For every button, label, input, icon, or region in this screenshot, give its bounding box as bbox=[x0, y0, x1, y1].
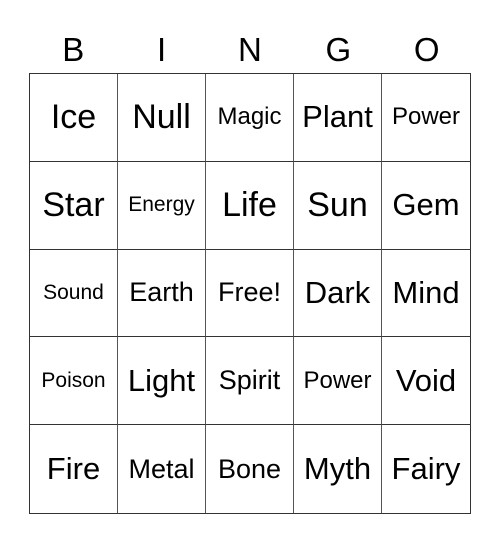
header-letter-b: B bbox=[62, 31, 85, 68]
bingo-cell: Ice bbox=[30, 74, 118, 162]
bingo-cell: Energy bbox=[118, 161, 206, 250]
bingo-cell: Earth bbox=[118, 249, 206, 338]
bingo-cell: Dark bbox=[294, 249, 382, 338]
bingo-cell: Fairy bbox=[391, 451, 461, 487]
bingo-cell: Sun bbox=[294, 161, 382, 250]
bingo-header: B I N G O bbox=[29, 28, 471, 72]
bingo-cell: Power bbox=[294, 337, 382, 426]
bingo-cell: Free! bbox=[206, 249, 294, 338]
bingo-cell: Fire bbox=[30, 425, 118, 513]
header-letter-n: N bbox=[238, 31, 262, 68]
bingo-cell: Poison bbox=[30, 337, 118, 426]
bingo-cell: Star bbox=[30, 161, 118, 250]
header-letter-i: I bbox=[157, 31, 167, 68]
bingo-cell: Magic bbox=[206, 74, 294, 162]
header-letter-g: G bbox=[325, 31, 352, 68]
header-letter-o: O bbox=[413, 31, 440, 68]
bingo-cell: Bone bbox=[206, 425, 294, 513]
bingo-cell: Void bbox=[382, 337, 470, 426]
bingo-cell: Gem bbox=[382, 162, 470, 250]
bingo-cell: Light bbox=[118, 337, 206, 426]
bingo-grid: Ice Null Magic Plant Power Star Energy Life Sun G… bbox=[29, 73, 471, 514]
bingo-cell: Mind bbox=[382, 250, 470, 338]
bingo-cell: Plant bbox=[294, 74, 382, 162]
bingo-cell: Sound bbox=[30, 249, 118, 338]
bingo-cell: Null bbox=[118, 74, 206, 162]
bingo-cell: Life bbox=[206, 161, 294, 250]
bingo-cell: Metal bbox=[118, 425, 206, 513]
bingo-cell: Power bbox=[382, 74, 470, 162]
bingo-cell: Myth bbox=[294, 425, 382, 513]
bingo-cell: Spirit bbox=[206, 337, 294, 426]
